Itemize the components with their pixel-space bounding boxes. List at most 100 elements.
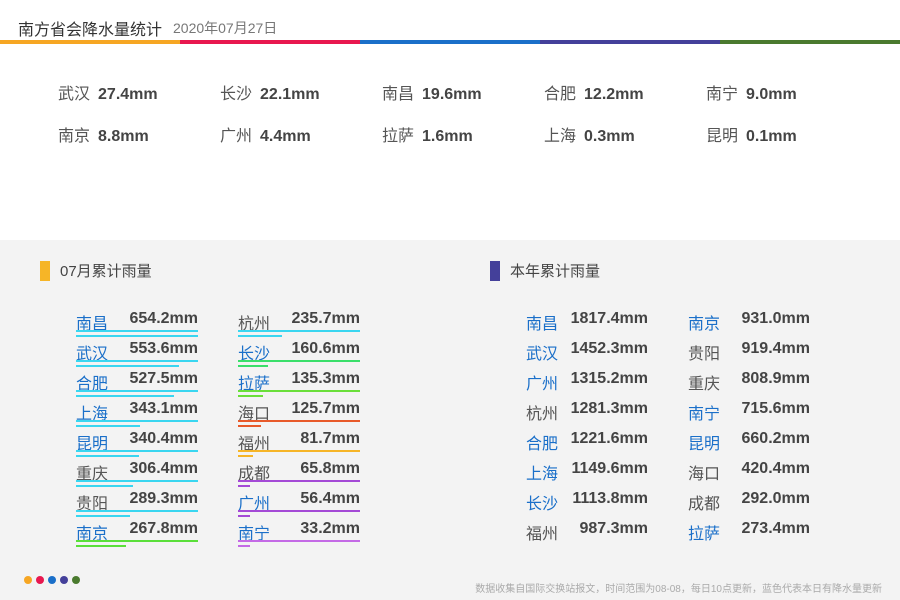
daily-value: 27.4mm xyxy=(98,86,158,103)
rain-value: 340.4mm xyxy=(129,430,199,447)
daily-item: 武汉 27.4mm xyxy=(58,80,158,104)
daily-city: 昆明 xyxy=(706,128,739,145)
monthly-section-title: 07月累计雨量 xyxy=(60,263,152,280)
daily-rainfall-section: 武汉 27.4mm 长沙 22.1mm 南昌 19.6mm 合肥 12.2mm 南宁 9.0mm 南… xyxy=(0,80,900,170)
rain-value: 289.3mm xyxy=(129,490,199,507)
rain-row: 武汉 1452.3mm xyxy=(526,340,656,370)
rain-value: 1817.4mm xyxy=(570,310,648,327)
daily-value: 0.3mm xyxy=(584,128,635,145)
daily-value: 0.1mm xyxy=(746,128,797,145)
rain-value: 160.6mm xyxy=(291,340,361,357)
rain-row: 合肥 1221.6mm xyxy=(526,430,656,460)
rain-row: 海口 420.4mm xyxy=(688,460,818,490)
report-date: 2020年07月27日 xyxy=(173,20,278,36)
rain-value: 553.6mm xyxy=(129,340,199,357)
rain-value: 715.6mm xyxy=(741,400,811,417)
daily-city: 南昌 xyxy=(382,86,415,103)
rain-value: 235.7mm xyxy=(291,310,361,327)
rain-value: 420.4mm xyxy=(741,460,811,477)
rain-level-bar xyxy=(76,455,140,457)
rain-row: 广州 1315.2mm xyxy=(526,370,656,400)
color-bar-segment xyxy=(720,40,900,44)
rain-row: 海口 125.7mm xyxy=(238,400,368,430)
rain-row: 武汉 553.6mm xyxy=(76,340,206,370)
daily-item: 长沙 22.1mm xyxy=(220,80,320,104)
footer-dot xyxy=(60,576,68,584)
rain-level-bar xyxy=(76,425,140,427)
rain-value: 135.3mm xyxy=(291,370,361,387)
rain-row: 南京 931.0mm xyxy=(688,310,818,340)
daily-item: 昆明 0.1mm xyxy=(706,122,797,146)
rain-row: 重庆 808.9mm xyxy=(688,370,818,400)
daily-item: 南京 8.8mm xyxy=(58,122,149,146)
rain-level-bar xyxy=(238,485,251,487)
daily-city: 南京 xyxy=(58,128,91,145)
rain-underline xyxy=(238,480,360,482)
page-title: 南方省会降水量统计 xyxy=(18,22,163,39)
daily-item: 南昌 19.6mm xyxy=(382,80,482,104)
rain-row: 成都 65.8mm xyxy=(238,460,368,490)
daily-value: 8.8mm xyxy=(98,128,149,145)
rain-value: 1113.8mm xyxy=(572,490,648,507)
rain-row: 长沙 1113.8mm xyxy=(526,490,656,520)
rain-underline xyxy=(76,420,198,422)
rain-row: 长沙 160.6mm xyxy=(238,340,368,370)
header: 南方省会降水量统计 2020年07月27日 xyxy=(0,0,900,45)
rain-value: 808.9mm xyxy=(741,370,811,387)
rain-level-bar xyxy=(238,425,262,427)
rain-underline xyxy=(76,480,198,482)
rain-value: 81.7mm xyxy=(300,430,360,447)
rain-row: 福州 81.7mm xyxy=(238,430,368,460)
rain-row: 上海 1149.6mm xyxy=(526,460,656,490)
rain-underline xyxy=(76,450,198,452)
daily-item: 南宁 9.0mm xyxy=(706,80,797,104)
rain-level-bar xyxy=(238,395,264,397)
rain-level-bar xyxy=(76,515,130,517)
footer-dot xyxy=(48,576,56,584)
daily-value: 9.0mm xyxy=(746,86,797,103)
rain-value: 1315.2mm xyxy=(570,370,648,387)
daily-item: 上海 0.3mm xyxy=(544,122,635,146)
rain-underline xyxy=(238,330,360,332)
rain-level-bar xyxy=(76,365,180,367)
cumulative-panel: 07月累计雨量 本年累计雨量 南昌 654.2mm 武汉 553.6mm 合肥 527.5… xyxy=(0,240,900,600)
yearly-marker-icon xyxy=(490,260,500,281)
daily-value: 1.6mm xyxy=(422,128,473,145)
rain-underline xyxy=(238,540,360,542)
rain-row: 合肥 527.5mm xyxy=(76,370,206,400)
rain-level-bar xyxy=(238,515,250,517)
daily-city: 拉萨 xyxy=(382,128,415,145)
rain-level-bar xyxy=(238,455,254,457)
rain-row: 南宁 33.2mm xyxy=(238,520,368,550)
rain-value: 267.8mm xyxy=(129,520,199,537)
color-bar-segment xyxy=(540,40,720,44)
rain-row: 南昌 1817.4mm xyxy=(526,310,656,340)
rain-value: 1452.3mm xyxy=(570,340,648,357)
rain-row: 南京 267.8mm xyxy=(76,520,206,550)
rain-value: 1221.6mm xyxy=(570,430,648,447)
rain-underline xyxy=(238,360,360,362)
rain-level-bar xyxy=(238,365,268,367)
rain-value: 660.2mm xyxy=(741,430,811,447)
rain-row: 杭州 235.7mm xyxy=(238,310,368,340)
daily-value: 19.6mm xyxy=(422,86,482,103)
color-bar-segment xyxy=(180,40,360,44)
footer-dot xyxy=(36,576,44,584)
rain-value: 125.7mm xyxy=(291,400,361,417)
daily-city: 长沙 xyxy=(220,86,253,103)
rain-value: 527.5mm xyxy=(129,370,199,387)
daily-value: 4.4mm xyxy=(260,128,311,145)
rain-value: 273.4mm xyxy=(741,520,811,537)
rain-underline xyxy=(238,390,360,392)
rain-underline xyxy=(238,420,360,422)
rain-value: 292.0mm xyxy=(741,490,811,507)
daily-value: 22.1mm xyxy=(260,86,320,103)
daily-item: 广州 4.4mm xyxy=(220,122,311,146)
rain-level-bar xyxy=(76,545,126,547)
rain-value: 33.2mm xyxy=(300,520,360,537)
rain-underline xyxy=(76,540,198,542)
rain-value: 1281.3mm xyxy=(570,400,648,417)
rain-level-bar xyxy=(76,395,175,397)
rain-row: 昆明 660.2mm xyxy=(688,430,818,460)
rain-row: 上海 343.1mm xyxy=(76,400,206,430)
